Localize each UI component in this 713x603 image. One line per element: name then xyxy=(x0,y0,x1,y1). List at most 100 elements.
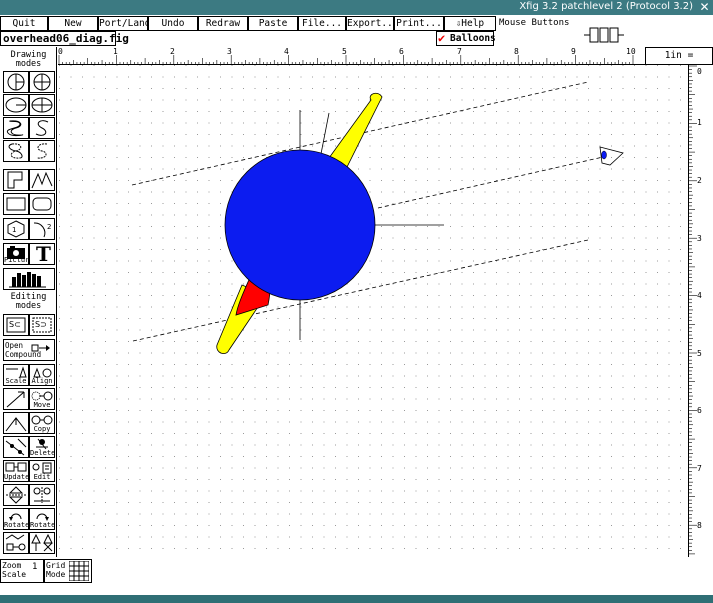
add-point-icon xyxy=(6,391,25,408)
top-ruler-label-5: 5 xyxy=(342,47,347,56)
side-ruler-label-3: 3 xyxy=(697,234,702,243)
undo-button[interactable]: Undo xyxy=(148,16,198,31)
circle-radius-tool[interactable] xyxy=(3,71,29,93)
drawing-canvas[interactable] xyxy=(58,65,688,557)
delete-tool[interactable]: Delete xyxy=(29,436,55,458)
blue-sphere xyxy=(224,149,376,301)
zoom-scale-control[interactable]: Zoom Scale 1 xyxy=(0,559,44,583)
polygon-icon xyxy=(7,171,23,189)
paste-button[interactable]: Paste xyxy=(248,16,298,31)
top-ruler-label-4: 4 xyxy=(284,47,289,56)
polyline-tool[interactable] xyxy=(29,169,55,191)
text-glyph: T xyxy=(36,243,51,265)
glue-compound-tool[interactable]: S⊂ xyxy=(3,314,29,336)
units-indicator[interactable]: 1in = 1.00in xyxy=(645,47,713,77)
export-button[interactable]: Export... xyxy=(346,16,394,31)
closed-spline-alt-tool[interactable] xyxy=(3,140,29,162)
checkmark-icon: ✔ xyxy=(438,31,446,45)
anchor-tool[interactable] xyxy=(29,532,55,554)
ellipse-diameter-tool[interactable] xyxy=(29,94,55,116)
edit-tool[interactable]: Edit xyxy=(29,460,55,482)
filename-field[interactable]: overhead06_diag.fig xyxy=(0,31,129,46)
flip-horizontal-icon xyxy=(33,487,51,503)
status-strip xyxy=(0,595,713,603)
help-label: Help xyxy=(461,18,485,29)
new-button[interactable]: New xyxy=(48,16,98,31)
compound-arrow-icon xyxy=(31,344,50,352)
top-ruler-ticks xyxy=(58,55,634,65)
anchor-icon xyxy=(31,533,53,552)
ellipse-radius-tool[interactable] xyxy=(3,94,29,116)
title-bar: Xfig 3.2 patchlevel 2 (Protocol 3.2) ✕ xyxy=(0,0,713,15)
redraw-button[interactable]: Redraw xyxy=(198,16,248,31)
convert-tool[interactable] xyxy=(3,532,29,554)
svg-text:S⊃: S⊃ xyxy=(35,320,47,329)
flip-vertical-icon xyxy=(6,486,26,504)
closed-interp-spline-tool[interactable] xyxy=(29,117,55,139)
flip-horizontal-tool[interactable] xyxy=(29,484,55,506)
arc-icon: 2 xyxy=(33,222,51,238)
closed-approx-spline-tool[interactable] xyxy=(3,117,29,139)
delete-point-tool[interactable] xyxy=(3,412,29,434)
ellipse-radius-icon xyxy=(5,97,27,113)
open-compound-tool[interactable]: Open Compound xyxy=(3,339,55,361)
top-ruler-label-0: 0 xyxy=(58,47,63,56)
top-ruler-label-10: 10 xyxy=(626,47,636,56)
top-ruler-label-3: 3 xyxy=(227,47,232,56)
balloons-toggle[interactable]: ✔ Balloons xyxy=(436,31,496,46)
spline-loop-icon xyxy=(8,143,23,159)
convert-icon xyxy=(5,534,26,551)
side-ruler-label-1: 1 xyxy=(697,118,702,127)
edit-points-icon xyxy=(5,438,27,456)
bottom-panel: Zoom Scale 1 Grid Mode xyxy=(0,557,713,595)
regular-polygon-icon: 1 xyxy=(7,220,25,238)
quit-button[interactable]: Quit xyxy=(0,16,48,31)
align-tool[interactable]: Align xyxy=(29,364,55,386)
copy-tool[interactable]: Copy xyxy=(29,412,55,434)
svg-text:2: 2 xyxy=(47,223,51,231)
portland-button[interactable]: Port/Land xyxy=(98,16,148,31)
open-spline-alt-tool[interactable] xyxy=(29,140,55,162)
circle-diameter-tool[interactable] xyxy=(29,71,55,93)
spline-s-icon xyxy=(35,120,49,136)
edit-points-tool[interactable] xyxy=(3,436,29,458)
close-icon[interactable]: ✕ xyxy=(698,1,711,13)
break-compound-tool[interactable]: S⊃ xyxy=(29,314,55,336)
rotate-right-tool[interactable]: Rotate xyxy=(29,508,55,530)
copy-label: Copy xyxy=(33,425,51,433)
grid-mode-label: Grid Mode xyxy=(46,561,66,579)
text-tool[interactable]: T xyxy=(29,243,55,265)
help-button[interactable]: ⇩Help xyxy=(444,16,496,31)
regular-polygon-tool[interactable]: 1 xyxy=(3,218,29,240)
move-tool[interactable]: Move xyxy=(29,388,55,410)
top-ruler-label-2: 2 xyxy=(170,47,175,56)
circle-diameter-icon xyxy=(33,73,51,91)
svg-text:1: 1 xyxy=(12,226,16,234)
rounded-box-tool[interactable] xyxy=(29,193,55,215)
canvas-svg xyxy=(58,65,688,557)
mouse-buttons-label: Mouse Buttons xyxy=(499,18,570,28)
file-button[interactable]: File... xyxy=(298,16,346,31)
glue-icon: S⊂ xyxy=(6,317,26,333)
add-point-tool[interactable] xyxy=(3,388,29,410)
top-ruler: 0 1 2 3 4 5 6 7 8 9 10 xyxy=(58,47,645,65)
rotate-right-label: Rotate xyxy=(30,521,55,529)
side-ruler: 0 1 2 3 4 5 6 7 8 xyxy=(688,65,713,557)
library-tool[interactable] xyxy=(3,268,55,290)
print-button[interactable]: Print... xyxy=(394,16,444,31)
grid-icon xyxy=(69,561,89,581)
update-tool[interactable]: Update xyxy=(3,460,29,482)
grid-mode-control[interactable]: Grid Mode xyxy=(44,559,92,583)
picture-tool[interactable]: Picture xyxy=(3,243,29,265)
side-ruler-label-2: 2 xyxy=(697,176,702,185)
arc-tool[interactable]: 2 xyxy=(29,218,55,240)
flip-vertical-tool[interactable] xyxy=(3,484,29,506)
side-ruler-label-6: 6 xyxy=(697,406,702,415)
box-tool[interactable] xyxy=(3,193,29,215)
polygon-tool[interactable] xyxy=(3,169,29,191)
delete-point-icon xyxy=(5,417,27,432)
scale-tool[interactable]: Scale xyxy=(3,364,29,386)
rotate-left-tool[interactable]: Rotate xyxy=(3,508,29,530)
top-ruler-label-8: 8 xyxy=(514,47,519,56)
circle-radius-icon xyxy=(7,73,25,91)
